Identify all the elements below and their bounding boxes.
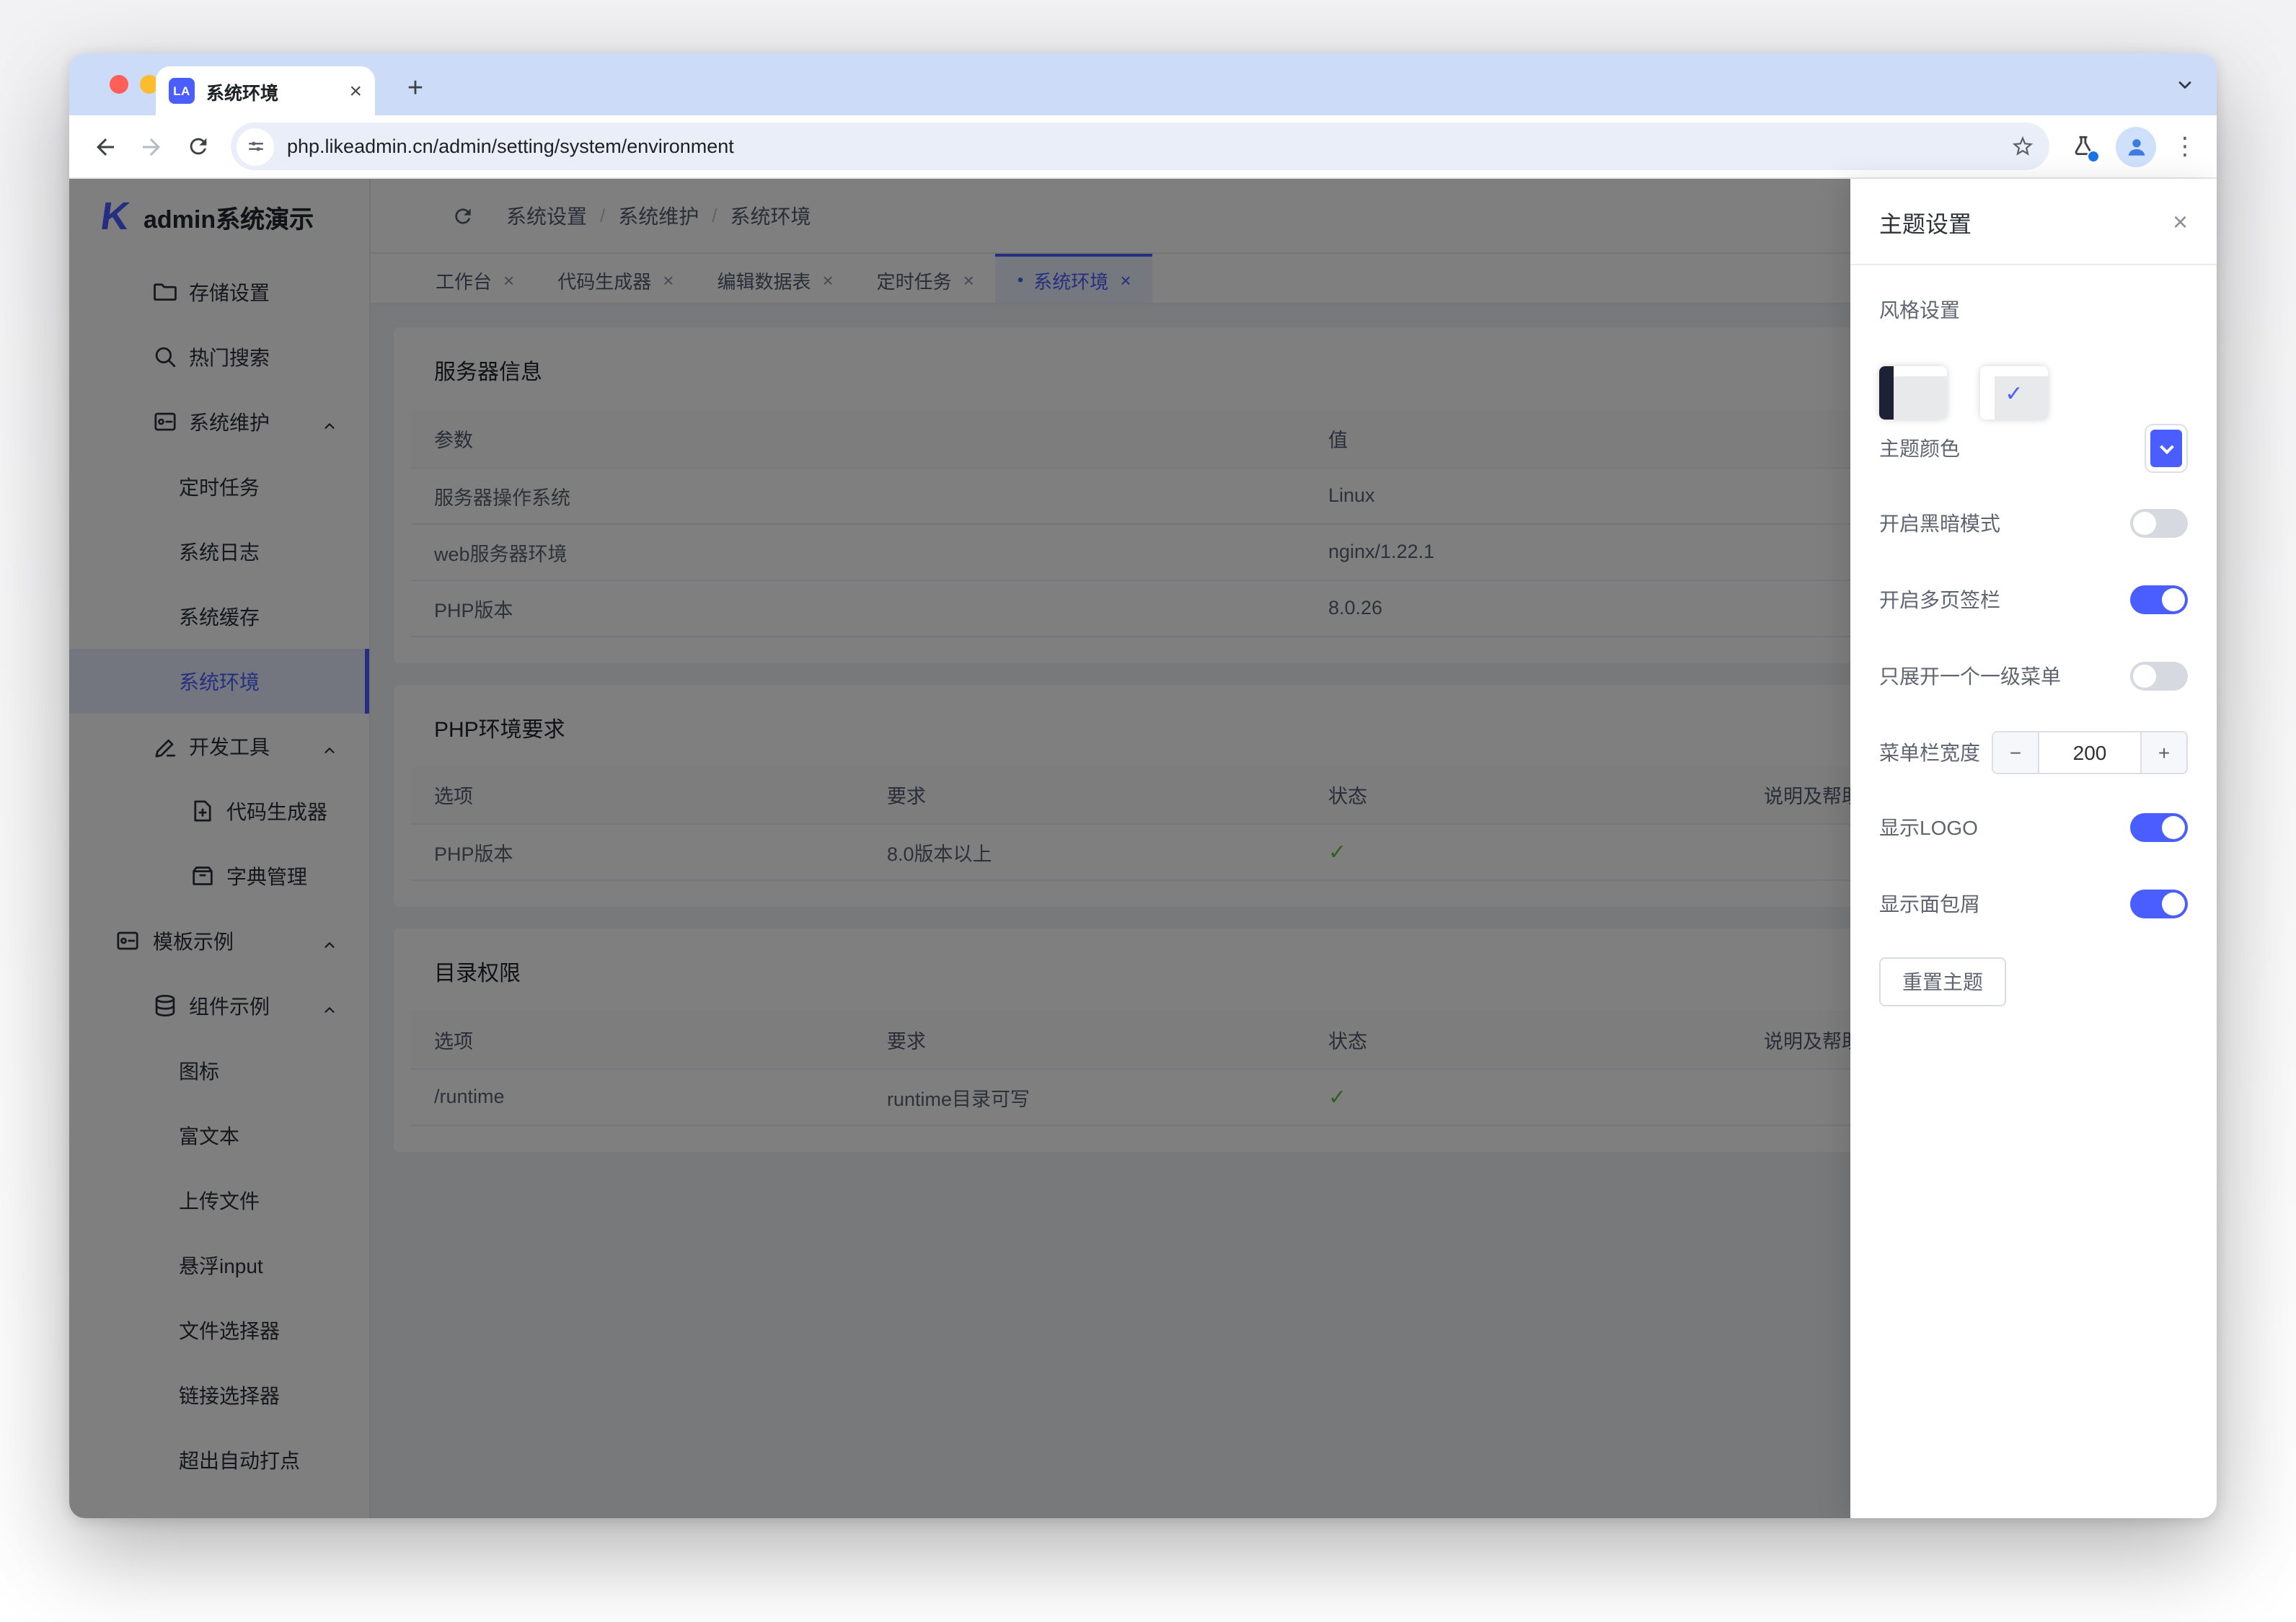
page-viewport: K admin系统演示 存储设置 热门搜索 <box>69 179 2217 1518</box>
style-option-dark-sidebar[interactable] <box>1879 366 1947 420</box>
menu-width-value[interactable]: 200 <box>2039 732 2140 773</box>
notification-dot <box>2087 149 2100 162</box>
browser-window: LA 系统环境 × + php.lik <box>69 53 2217 1518</box>
experiments-flask-icon[interactable] <box>2061 125 2104 168</box>
check-icon: ✓ <box>1980 366 2048 420</box>
bookmark-star-icon[interactable] <box>2010 134 2035 159</box>
chevron-down-icon <box>2159 439 2173 453</box>
close-icon[interactable]: × <box>2173 208 2188 234</box>
site-info-icon[interactable] <box>237 128 274 165</box>
site-favicon: LA <box>169 78 195 104</box>
show-logo-toggle[interactable] <box>2130 813 2188 842</box>
divider <box>1850 264 2217 265</box>
browser-tab[interactable]: LA 系统环境 × <box>156 66 375 115</box>
back-button[interactable] <box>84 125 127 168</box>
address-bar[interactable]: php.likeadmin.cn/admin/setting/system/en… <box>231 123 2049 170</box>
theme-settings-drawer: 主题设置 × 风格设置 ✓ <box>1850 179 2217 1518</box>
decrease-button[interactable]: − <box>1993 732 2039 773</box>
tab-search-chevron-icon[interactable] <box>2172 72 2198 98</box>
forward-button[interactable] <box>130 125 173 168</box>
style-section-label: 风格设置 <box>1879 296 2188 324</box>
reload-button[interactable] <box>176 125 219 168</box>
menu-width-stepper: − 200 + <box>1992 731 2188 774</box>
new-tab-button[interactable]: + <box>398 72 433 107</box>
multi-tabs-toggle[interactable] <box>2130 585 2188 614</box>
theme-color-picker[interactable] <box>2145 424 2188 473</box>
theme-color-label: 主题颜色 <box>1879 434 1960 463</box>
drawer-title: 主题设置 <box>1879 204 1972 239</box>
close-window-button[interactable] <box>110 75 128 94</box>
style-options: ✓ <box>1879 366 2188 420</box>
style-option-light-sidebar[interactable]: ✓ <box>1980 366 2048 420</box>
browser-tab-strip: LA 系统环境 × + <box>69 53 2217 115</box>
url-text: php.likeadmin.cn/admin/setting/system/en… <box>287 136 2010 157</box>
increase-button[interactable]: + <box>2140 732 2186 773</box>
single-menu-toggle[interactable] <box>2130 662 2188 691</box>
profile-avatar[interactable] <box>2116 126 2156 167</box>
show-breadcrumb-toggle[interactable] <box>2130 890 2188 918</box>
dark-mode-toggle[interactable] <box>2130 509 2188 538</box>
browser-toolbar: php.likeadmin.cn/admin/setting/system/en… <box>69 115 2217 179</box>
browser-menu-icon[interactable]: ⋮ <box>2168 125 2202 168</box>
tab-close-icon[interactable]: × <box>349 80 362 102</box>
tab-title: 系统环境 <box>206 77 337 105</box>
reset-theme-button[interactable]: 重置主题 <box>1879 957 2006 1006</box>
desktop: LA 系统环境 × + php.lik <box>0 0 2296 1622</box>
